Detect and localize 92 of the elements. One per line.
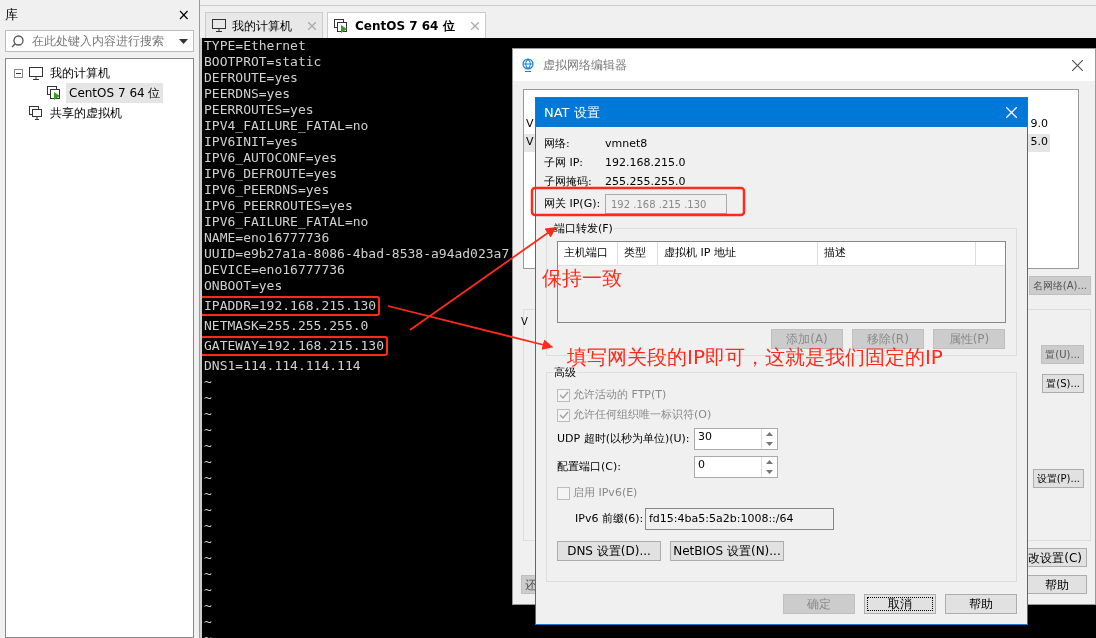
panel-title: 库 — [5, 6, 18, 25]
checkbox-label: 启用 IPv6(E) — [573, 484, 638, 501]
terminal-line: IPV6_DEFROUTE=yes — [204, 166, 338, 182]
up-arrow-icon[interactable] — [766, 432, 773, 436]
terminal-line: ~ — [204, 502, 212, 518]
annotation-text: 填写网关段的IP即可，这就是我们固定的IP — [567, 346, 943, 368]
terminal-line: ~ — [204, 454, 212, 470]
terminal-line: IPV6INIT=yes — [204, 134, 298, 150]
virtual-machine-icon — [334, 18, 349, 33]
terminal-line: PEERDNS=yes — [204, 86, 291, 102]
settings-button[interactable]: 置(U)... — [1041, 345, 1084, 364]
terminal-line: BOOTPROT=static — [204, 54, 322, 70]
down-arrow-icon[interactable] — [766, 470, 773, 474]
help-button[interactable]: 帮助 — [1027, 575, 1087, 594]
terminal-line: ~ — [204, 598, 212, 614]
field-label: UDP 超时(以秒为单位)(U): — [557, 430, 691, 447]
column-header[interactable]: 虚拟机 IP 地址 — [658, 242, 818, 265]
terminal-line: ~ — [204, 374, 212, 390]
dropdown-icon[interactable] — [179, 38, 188, 44]
virtual-machine-icon — [47, 86, 62, 100]
close-icon[interactable] — [1072, 59, 1083, 71]
terminal-line: IPV6_PEERDNS=yes — [204, 182, 330, 198]
checkbox-label: 允许任何组织唯一标识符(O) — [573, 406, 712, 423]
column-header[interactable]: 类型 — [618, 242, 658, 265]
terminal-line: ~ — [204, 582, 212, 598]
globe-icon — [521, 58, 535, 72]
annotation-text: 保持一致 — [542, 265, 622, 292]
terminal-line: PEERROUTES=yes — [204, 102, 314, 118]
field-label: 配置端口(C): — [557, 458, 622, 475]
up-arrow-icon[interactable] — [766, 460, 773, 464]
dialog-button[interactable]: NetBIOS 设置(N)... — [670, 541, 784, 561]
tree-item[interactable]: 共享的虚拟机 — [49, 104, 123, 122]
search-field[interactable]: 在此处键入内容进行搜索 — [5, 30, 194, 52]
number-spinner[interactable]: 30 — [694, 428, 778, 450]
dialog-button[interactable]: 取消 — [864, 594, 936, 614]
field-label: IPv6 前缀(6): — [575, 510, 645, 527]
field-value: 192.168.215.0 — [605, 155, 686, 172]
terminal-line: IPV6_AUTOCONF=yes — [204, 150, 338, 166]
checkbox-label: 允许活动的 FTP(T) — [573, 386, 667, 403]
field-value: 255.255.255.0 — [605, 174, 686, 191]
terminal-line: NAME=eno16777736 — [204, 230, 330, 246]
terminal-line: ~ — [204, 390, 212, 406]
terminal-line: DNS1=114.114.114.114 — [204, 358, 361, 374]
search-icon — [11, 34, 24, 48]
tree-item[interactable]: CentOS 7 64 位 — [66, 83, 164, 103]
down-arrow-icon[interactable] — [766, 442, 773, 446]
terminal-line: IPV6_PEERROUTES=yes — [204, 198, 353, 214]
terminal-line: ~ — [204, 518, 212, 534]
terminal-line: ~ — [204, 470, 212, 486]
tree-item[interactable]: 我的计算机 — [49, 64, 111, 82]
terminal-line: ~ — [204, 486, 212, 502]
collapse-toggle[interactable] — [14, 68, 23, 78]
dialog-title: NAT 设置 — [544, 103, 600, 122]
terminal-line: ~ — [204, 614, 212, 630]
tab[interactable]: 我的计算机 — [205, 12, 323, 38]
window-title: 虚拟网络编辑器 — [543, 57, 628, 74]
column-header[interactable]: 主机端口 — [558, 242, 618, 265]
field-label: 子网掩码: — [544, 174, 593, 191]
terminal-line: ~ — [204, 422, 212, 438]
settings-button[interactable]: 设置(P)... — [1032, 469, 1084, 488]
minus-icon — [16, 70, 21, 76]
close-button[interactable]: × — [173, 3, 194, 27]
column-header[interactable]: 描述 — [818, 242, 976, 265]
terminal-line: IPV4_FAILURE_FATAL=no — [204, 118, 369, 134]
field-value: vmnet8 — [605, 136, 648, 153]
dialog-button[interactable]: DNS 设置(D)... — [557, 541, 661, 561]
terminal-line: ~ — [204, 534, 212, 550]
terminal-line: ONBOOT=yes — [204, 278, 283, 294]
terminal-line: DEVICE=eno16777736 — [204, 262, 345, 278]
dialog-button[interactable]: 帮助 — [945, 594, 1017, 614]
group-label: V — [521, 315, 528, 329]
terminal-line: ~ — [204, 566, 212, 582]
terminal-line: TYPE=Ethernet — [204, 38, 306, 54]
terminal-line: ~ — [204, 438, 212, 454]
number-spinner[interactable]: 0 — [694, 456, 778, 478]
terminal-line: UUID=e9b27a1a-8086-4bad-8538-a94ad023a7 — [204, 246, 510, 262]
terminal-line: ~ — [204, 630, 212, 638]
rename-network-button[interactable]: 名网络(A)... — [1028, 276, 1091, 295]
terminal-line: DEFROUTE=yes — [204, 70, 298, 86]
monitor-icon — [29, 66, 43, 80]
field-label: 网关 IP(G): — [544, 195, 602, 212]
terminal-line: ~ — [204, 550, 212, 566]
terminal-line: IPV6_FAILURE_FATAL=no — [204, 214, 369, 230]
terminal-line: ~ — [204, 406, 212, 422]
field-label: 子网 IP: — [544, 155, 585, 172]
field-label: 网络: — [544, 136, 571, 153]
terminal-line: NETMASK=255.255.255.0 — [204, 318, 369, 334]
settings-button[interactable]: 置(S)... — [1042, 374, 1084, 393]
tab[interactable]: CentOS 7 64 位 — [327, 12, 486, 38]
shared-machines-icon — [29, 106, 43, 120]
ipv6-prefix-field[interactable]: fd15:4ba5:5a2b:1008::/64 — [645, 508, 834, 530]
monitor-icon — [212, 19, 226, 32]
